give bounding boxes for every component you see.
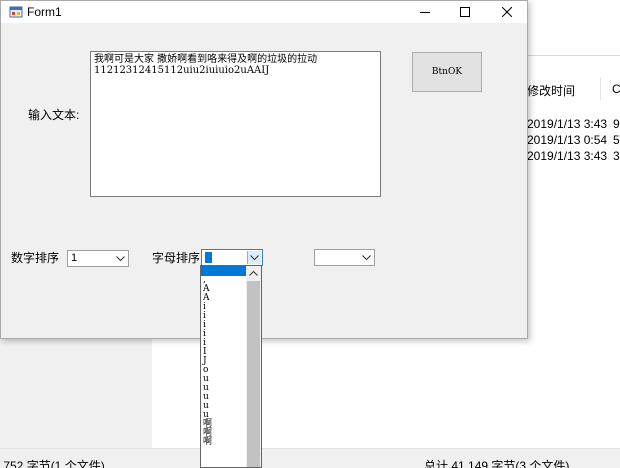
chevron-down-icon[interactable] — [247, 251, 261, 264]
selected-text-highlight — [205, 252, 212, 263]
scroll-up-button[interactable] — [246, 266, 261, 280]
maximize-icon — [460, 7, 470, 17]
status-bar: ,752 字节(1 个文件) 总计 41,149 字节(3 个文件) — [0, 448, 620, 468]
close-button[interactable] — [487, 1, 527, 23]
dropdown-item[interactable]: 啊 — [203, 438, 247, 447]
third-sort-combo[interactable] — [314, 249, 375, 266]
dropdown-item[interactable]: u — [203, 384, 247, 393]
minimize-icon — [420, 12, 430, 13]
close-icon — [502, 7, 512, 17]
dropdown-item[interactable]: A — [203, 294, 247, 303]
title-bar[interactable]: Form1 — [1, 1, 527, 23]
minimize-button[interactable] — [405, 1, 445, 23]
text-input-area[interactable]: 我啊可是大家 撒娇啊看到咯来得及啊的垃圾的拉动 11212312415112ui… — [90, 51, 381, 197]
dropdown-item[interactable]: i — [203, 330, 247, 339]
dropdown-scrollbar[interactable] — [246, 266, 261, 467]
dropdown-item[interactable]: o — [203, 366, 247, 375]
app-icon — [9, 5, 23, 19]
letter-sort-label: 字母排序 — [152, 251, 201, 265]
letter-sort-combo[interactable] — [201, 249, 263, 266]
file-size: 9 — [613, 117, 620, 131]
column-header-modified[interactable]: 修改时间 — [527, 82, 575, 99]
file-size: 5 — [613, 133, 620, 147]
dropdown-item[interactable]: i — [203, 312, 247, 321]
form1-window: Form1 输入文本: 我啊可是大家 撒娇啊看到咯来得及啊的垃圾的拉动 1121… — [0, 0, 528, 339]
scroll-thumb[interactable] — [247, 281, 260, 467]
file-row[interactable]: 2019/1/13 3:43 3 — [527, 149, 620, 163]
number-sort-value: 1 — [71, 252, 78, 264]
dropdown-item[interactable]: i — [203, 303, 247, 312]
file-row[interactable]: 2019/1/13 3:43 9 — [527, 117, 620, 131]
maximize-button[interactable] — [445, 1, 485, 23]
status-selected-size: ,752 字节(1 个文件) — [0, 459, 105, 468]
number-sort-combo[interactable]: 1 — [67, 250, 129, 267]
column-header-c[interactable]: C — [612, 82, 620, 96]
dropdown-item[interactable]: J — [203, 357, 247, 366]
background-divider — [527, 55, 620, 56]
file-modified-time: 2019/1/13 0:54 — [527, 133, 608, 147]
chevron-down-icon[interactable] — [359, 251, 373, 264]
status-total-size: 总计 41,149 字节(3 个文件) — [424, 459, 570, 468]
column-separator — [600, 78, 601, 100]
input-text-label: 输入文本: — [28, 108, 80, 122]
file-size: 3 — [613, 149, 620, 163]
file-modified-time: 2019/1/13 3:43 — [527, 149, 608, 163]
number-sort-label: 数字排序 — [11, 251, 60, 265]
file-modified-time: 2019/1/13 3:43 — [527, 117, 608, 131]
file-row[interactable]: 2019/1/13 0:54 5 — [527, 133, 620, 147]
dropdown-selected-item[interactable] — [201, 266, 246, 276]
chevron-up-icon — [249, 270, 258, 276]
dropdown-item[interactable]: i — [203, 339, 247, 348]
dropdown-item[interactable]: u — [203, 402, 247, 411]
letter-sort-dropdown-list[interactable]: ,AAiiiiiIJouuuuu啊啊啊 — [200, 265, 262, 468]
dropdown-item[interactable]: u — [203, 375, 247, 384]
chevron-down-icon[interactable] — [113, 252, 127, 265]
dropdown-item[interactable]: u — [203, 393, 247, 402]
ok-button[interactable]: BtnOK — [412, 52, 482, 92]
dropdown-item[interactable]: i — [203, 321, 247, 330]
dropdown-item[interactable]: I — [203, 348, 247, 357]
dropdown-items: ,AAiiiiiIJouuuuu啊啊啊 — [203, 276, 247, 447]
window-title: Form1 — [27, 5, 62, 19]
